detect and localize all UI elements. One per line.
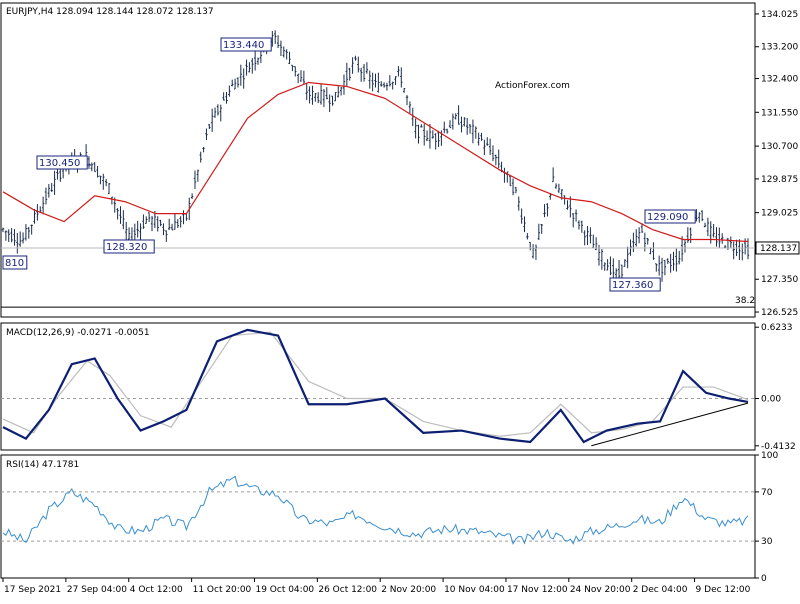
annotation-label: 130.450 xyxy=(39,158,80,169)
xaxis-tick-label: 9 Dec 12:00 xyxy=(696,585,751,595)
xaxis-tick-label: 24 Nov 20:00 xyxy=(570,585,631,595)
annotation-label: 129.090 xyxy=(647,212,688,223)
xaxis-tick-label: 17 Nov 12:00 xyxy=(507,585,568,595)
rsi-title: RSI(14) 47.1781 xyxy=(6,460,79,470)
price-ytick-label: 129.875 xyxy=(761,175,798,185)
fib-level-label: 38.2 xyxy=(735,296,755,306)
xaxis-tick-label: 19 Oct 04:00 xyxy=(255,585,314,595)
annotation-label: 128.320 xyxy=(106,242,147,253)
chart-svg: ActionForex.com 134.025 133.200 132.400 131.… xyxy=(0,2,800,595)
macd-ytick-label: 0.00 xyxy=(761,395,781,405)
xaxis-tick-label: 4 Oct 12:00 xyxy=(130,585,183,595)
rsi-ytick-label: 30 xyxy=(761,537,773,547)
annotation-label: 133.440 xyxy=(223,40,264,51)
price-panel-frame xyxy=(0,2,756,318)
annotation-label: 127.360 xyxy=(612,280,653,291)
xaxis-tick-label: 2 Dec 04:00 xyxy=(633,585,688,595)
price-ytick-label: 129.025 xyxy=(761,209,798,219)
sma-line xyxy=(2,81,749,243)
forex-chart: ActionForex.com 134.025 133.200 132.400 131.… xyxy=(0,0,800,600)
price-ytick-label: 132.400 xyxy=(761,75,798,85)
price-ytick-label: 133.200 xyxy=(761,43,798,53)
rsi-ytick-label: 70 xyxy=(761,488,773,498)
price-ytick-label: 134.025 xyxy=(761,10,798,20)
last-price-label: 128.137 xyxy=(760,244,797,254)
macd-panel-frame xyxy=(0,322,756,451)
xaxis-tick-label: 2 Nov 20:00 xyxy=(381,585,436,595)
watermark-text: ActionForex.com xyxy=(495,81,570,91)
macd-trendline xyxy=(591,402,749,447)
chart-header-label: EURJPY,H4 128.094 128.144 128.072 128.13… xyxy=(6,7,214,17)
xaxis-tick-label: 26 Oct 12:00 xyxy=(318,585,377,595)
xaxis-tick-label: 11 Oct 20:00 xyxy=(193,585,252,595)
price-ytick-label: 131.550 xyxy=(761,108,798,118)
rsi-line xyxy=(2,475,749,545)
rsi-ytick-label: 100 xyxy=(761,451,778,461)
xaxis-tick-label: 10 Nov 04:00 xyxy=(444,585,505,595)
price-ytick-label: 127.350 xyxy=(761,275,798,285)
xaxis-tick-label: 27 Sep 04:00 xyxy=(67,585,127,595)
xaxis-tick-label: 17 Sep 2021 xyxy=(4,585,61,595)
macd-signal-line xyxy=(2,331,749,437)
macd-ytick-label: 0.6233 xyxy=(761,323,793,333)
macd-title: MACD(12,26,9) -0.0271 -0.0051 xyxy=(6,328,150,338)
rsi-ytick-label: 0 xyxy=(761,574,767,584)
annotation-label: 810 xyxy=(5,258,24,269)
price-ytick-label: 126.525 xyxy=(761,308,798,318)
price-ytick-label: 130.700 xyxy=(761,142,798,152)
